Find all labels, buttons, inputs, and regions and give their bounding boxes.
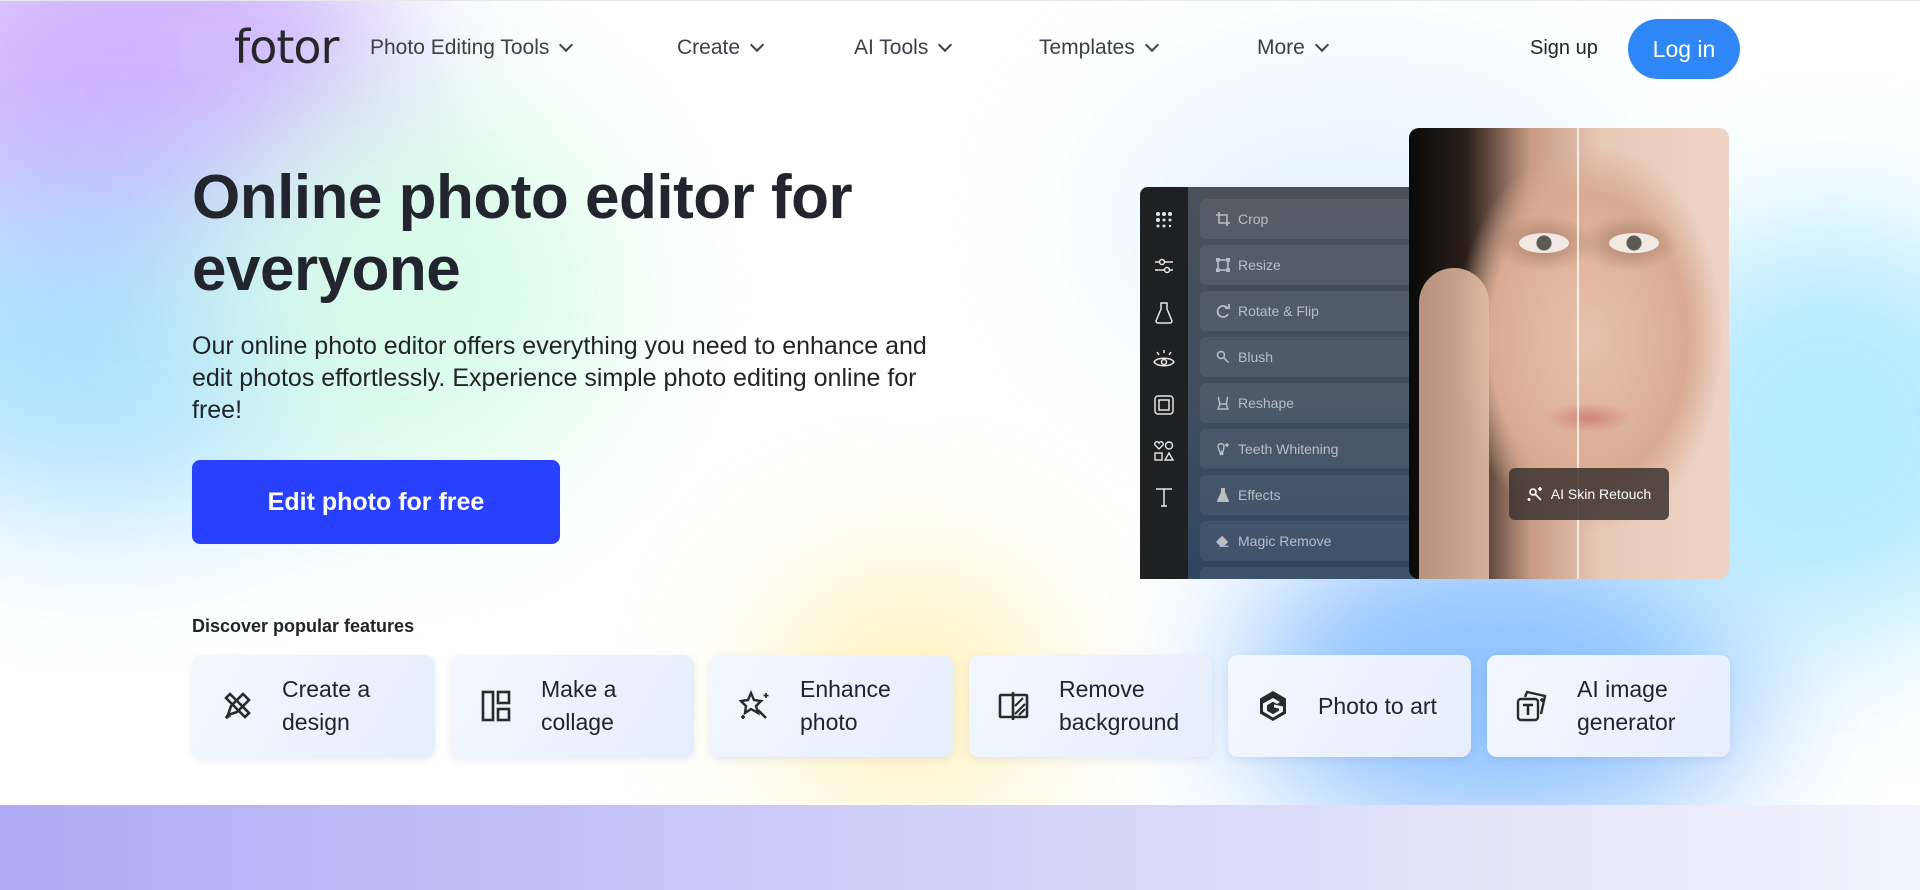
feature-label: Enhance photo xyxy=(800,676,891,735)
feature-ai-image-generator[interactable]: AI image generator xyxy=(1487,655,1730,757)
feature-label: Photo to art xyxy=(1318,692,1437,719)
eye-icon xyxy=(1152,347,1176,371)
feature-label: Make a collage xyxy=(541,676,617,735)
magic-star-icon xyxy=(738,689,772,723)
tool-label: Rotate & Flip xyxy=(1238,303,1319,319)
shapes-icon xyxy=(1152,439,1176,463)
nav-photo-editing-tools[interactable]: Photo Editing Tools xyxy=(370,36,574,60)
sliders-icon xyxy=(1152,254,1176,278)
nav-create[interactable]: Create xyxy=(677,36,765,60)
tool-label: Magic Remove xyxy=(1238,533,1332,549)
feature-create-design[interactable]: Create a design xyxy=(192,655,435,757)
portrait-eye xyxy=(1609,233,1659,253)
badge-label: AI Skin Retouch xyxy=(1550,486,1652,502)
tool-effects[interactable]: Effects xyxy=(1200,475,1440,515)
nav-templates[interactable]: Templates xyxy=(1039,36,1159,60)
sign-up-link[interactable]: Sign up xyxy=(1530,37,1598,60)
tool-crop[interactable]: Crop xyxy=(1200,199,1440,239)
tool-label: Effects xyxy=(1238,487,1281,503)
popular-features-list: Create a design Make a collage Enhance p… xyxy=(192,655,1730,757)
nav-label: Templates xyxy=(1039,36,1135,59)
feature-remove-background[interactable]: Remove background xyxy=(969,655,1212,757)
text-icon xyxy=(1152,485,1176,509)
tool-blush[interactable]: Blush xyxy=(1200,337,1440,377)
tooth-icon xyxy=(1217,443,1229,456)
crop-icon xyxy=(1216,212,1230,226)
tool-label: Crop xyxy=(1238,211,1269,227)
tool-rotate-flip[interactable]: Rotate & Flip xyxy=(1200,291,1440,331)
feature-label: Remove background xyxy=(1059,676,1180,735)
chevron-down-icon xyxy=(938,37,953,53)
hero-description: Our online photo editor offers everythin… xyxy=(192,332,927,424)
frame-icon xyxy=(1152,393,1176,417)
grid-icon xyxy=(1152,208,1176,232)
tool-label: Reshape xyxy=(1238,395,1295,411)
edit-photo-for-free-button[interactable]: Edit photo for free xyxy=(192,460,560,544)
tool-label: Resize xyxy=(1238,257,1281,273)
eraser-icon xyxy=(1216,535,1229,547)
hexagon-g-icon xyxy=(1256,689,1290,723)
log-in-button[interactable]: Log in xyxy=(1628,19,1740,79)
reshape-icon xyxy=(1216,396,1230,410)
text-to-image-icon xyxy=(1515,689,1549,723)
feature-label: AI image generator xyxy=(1577,676,1676,735)
tool-label: Blush xyxy=(1238,349,1274,365)
remove-bg-icon xyxy=(997,689,1031,723)
nav-label: More xyxy=(1257,36,1305,59)
feature-label: Create a design xyxy=(282,676,371,735)
resize-icon xyxy=(1216,258,1230,272)
ai-skin-retouch-badge: AI Skin Retouch xyxy=(1509,468,1669,520)
tool-reshape[interactable]: Reshape xyxy=(1200,383,1440,423)
flask-icon xyxy=(1152,301,1176,325)
feature-enhance-photo[interactable]: Enhance photo xyxy=(710,655,953,757)
nav-ai-tools[interactable]: AI Tools xyxy=(854,36,953,60)
nav-label: AI Tools xyxy=(854,36,929,59)
tool-label: Teeth Whitening xyxy=(1238,441,1339,457)
top-navigation: fotor Photo Editing Tools Create AI Tool… xyxy=(0,0,1920,98)
features-heading: Discover popular features xyxy=(192,616,415,636)
brush-icon xyxy=(1216,350,1230,364)
tool-magic-remove[interactable]: Magic Remove xyxy=(1200,521,1440,561)
nav-label: Create xyxy=(677,36,741,59)
chevron-down-icon xyxy=(1314,37,1329,53)
nav-more[interactable]: More xyxy=(1257,36,1329,60)
brand-name: fotor xyxy=(234,20,339,74)
tool-teeth-whitening[interactable]: Teeth Whitening xyxy=(1200,429,1440,469)
tool-resize[interactable]: Resize xyxy=(1200,245,1440,285)
flask-icon xyxy=(1217,488,1229,502)
next-section-band xyxy=(0,805,1920,890)
portrait-hand xyxy=(1419,268,1489,579)
magic-sparkle-icon xyxy=(1527,487,1542,501)
editor-icon-rail xyxy=(1140,187,1188,579)
rotate-icon xyxy=(1216,304,1230,318)
fotor-logo[interactable]: fotor xyxy=(180,20,339,74)
editor-preview-panel: Crop Resize Rotate & Flip Blush Reshape … xyxy=(1140,187,1440,579)
portrait-eye xyxy=(1519,233,1569,253)
color-wheel-icon xyxy=(180,24,226,70)
page-title: Online photo editor for everyone xyxy=(192,163,853,304)
chevron-down-icon xyxy=(749,37,765,53)
tool-more[interactable] xyxy=(1200,567,1440,579)
collage-layout-icon xyxy=(479,689,513,723)
feature-make-collage[interactable]: Make a collage xyxy=(451,655,694,757)
pencil-ruler-icon xyxy=(220,689,254,723)
chevron-down-icon xyxy=(559,37,574,53)
before-after-portrait-image: AI Skin Retouch xyxy=(1409,128,1729,579)
nav-label: Photo Editing Tools xyxy=(370,36,550,59)
chevron-down-icon xyxy=(1144,37,1159,53)
feature-photo-to-art[interactable]: Photo to art xyxy=(1228,655,1471,757)
